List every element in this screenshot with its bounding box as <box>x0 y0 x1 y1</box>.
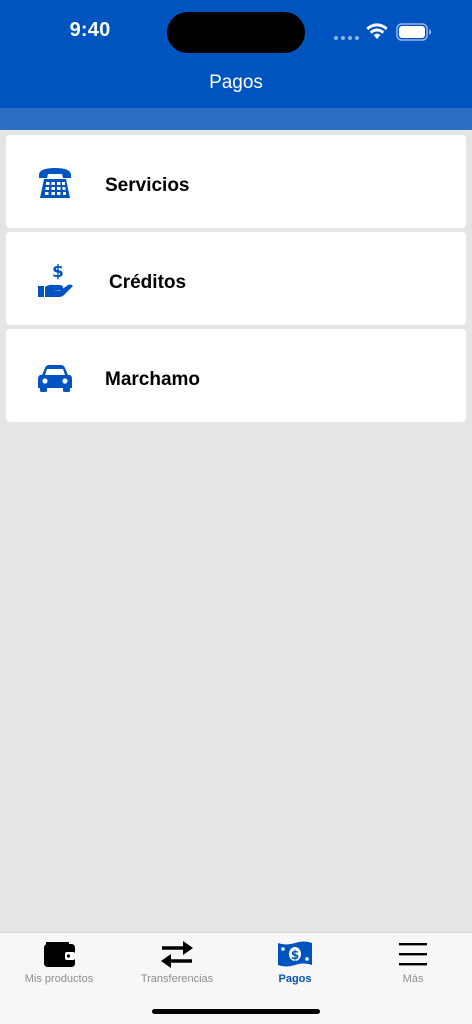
page-title: Pagos <box>209 72 263 93</box>
list-item-servicios[interactable]: Servicios <box>6 135 466 228</box>
swap-arrows-icon <box>161 941 193 968</box>
tab-pagos[interactable]: $ Pagos <box>236 933 354 993</box>
app-header: 9:40 Pagos <box>0 0 472 108</box>
telephone-icon <box>39 168 71 198</box>
svg-text:$: $ <box>291 948 299 962</box>
wallet-icon <box>44 942 75 967</box>
tab-mas[interactable]: Más <box>354 933 472 993</box>
list-item-label: Créditos <box>109 272 187 293</box>
list-item-creditos[interactable]: $ Créditos <box>6 232 466 325</box>
hand-dollar-icon: $ <box>38 262 73 297</box>
cellular-signal-icon <box>334 36 360 40</box>
dynamic-island <box>167 12 305 53</box>
list-item-marchamo[interactable]: Marchamo <box>6 329 466 422</box>
tab-transferencias[interactable]: Transferencias <box>118 933 236 993</box>
wifi-icon <box>366 23 388 39</box>
car-icon <box>38 365 72 392</box>
status-time: 9:40 <box>69 19 111 41</box>
tab-label: Transferencias <box>140 973 214 985</box>
payments-list: Servicios $ Créditos Marchamo <box>6 135 466 426</box>
list-item-label: Marchamo <box>105 369 201 390</box>
tab-label: Pagos <box>278 973 312 985</box>
tab-mis-productos[interactable]: Mis productos <box>0 933 118 993</box>
money-bill-icon: $ <box>278 941 312 967</box>
header-subbar <box>0 108 472 130</box>
menu-icon <box>399 943 427 966</box>
tab-label: Mis productos <box>24 973 94 985</box>
home-indicator[interactable] <box>152 1009 320 1014</box>
tab-label: Más <box>402 973 424 985</box>
list-item-label: Servicios <box>105 175 190 196</box>
battery-icon <box>396 23 431 41</box>
svg-text:$: $ <box>52 262 64 282</box>
